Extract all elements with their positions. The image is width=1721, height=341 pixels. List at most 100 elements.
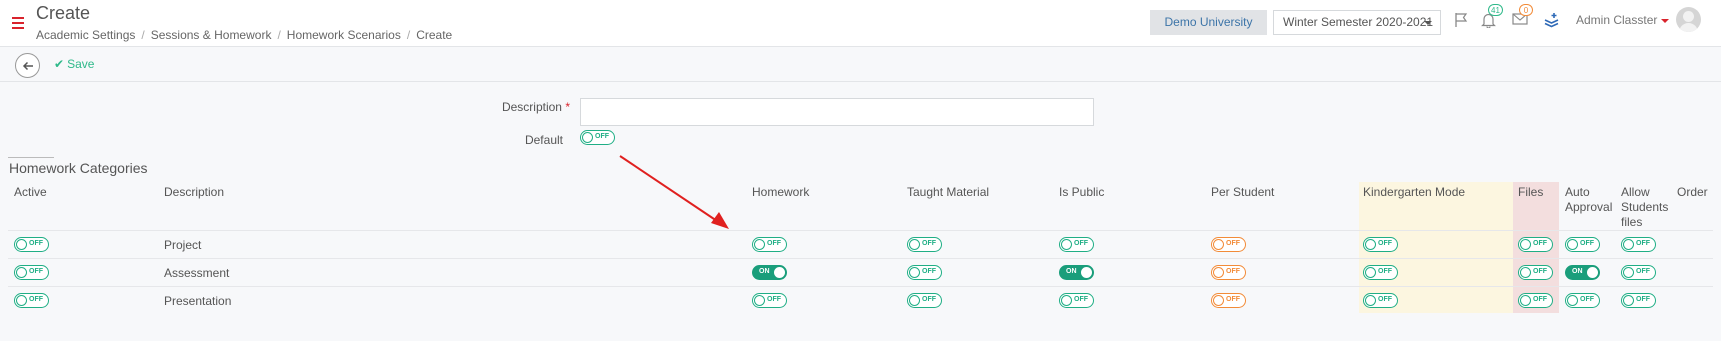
table-row: OFF Presentation OFF OFF OFF OFF OFF OFF…: [8, 286, 1713, 314]
toggle-knob: [1567, 295, 1578, 306]
kindergarten-mode-toggle[interactable]: OFF: [1363, 265, 1398, 280]
files-toggle[interactable]: OFF: [1518, 237, 1553, 252]
kindergarten-mode-toggle[interactable]: OFF: [1363, 293, 1398, 308]
toggle-knob: [909, 295, 920, 306]
column-header-files: Files: [1518, 185, 1544, 199]
toggle-knob: [1365, 295, 1376, 306]
toggle-state: OFF: [1636, 296, 1650, 303]
toggle-state: ON: [1066, 268, 1077, 275]
toggle-state: ON: [1572, 268, 1583, 275]
toggle-state: OFF: [1533, 240, 1547, 247]
column-header-description: Description: [164, 185, 225, 199]
toggle-knob: [1213, 295, 1224, 306]
per-student-toggle[interactable]: OFF: [1211, 265, 1246, 280]
active-toggle[interactable]: OFF: [14, 265, 49, 280]
column-header-auto-approval: Auto Approval: [1565, 185, 1613, 214]
toggle-knob: [754, 239, 765, 250]
toggle-state: OFF: [1378, 240, 1392, 247]
toggle-state: OFF: [1074, 296, 1088, 303]
toggle-state: OFF: [29, 296, 43, 303]
toggle-knob: [1081, 267, 1092, 278]
toggle-knob: [1061, 295, 1072, 306]
files-toggle[interactable]: OFF: [1518, 265, 1553, 280]
taught-material-toggle[interactable]: OFF: [907, 237, 942, 252]
toggle-state: OFF: [1636, 268, 1650, 275]
homework-toggle[interactable]: OFF: [752, 237, 787, 252]
allow-students-files-toggle[interactable]: OFF: [1621, 265, 1656, 280]
column-header-active: Active: [14, 185, 47, 199]
is-public-toggle[interactable]: OFF: [1059, 293, 1094, 308]
toggle-knob: [16, 267, 27, 278]
row-description: Project: [164, 238, 202, 252]
column-header-taught-material: Taught Material: [907, 185, 990, 199]
toggle-knob: [1213, 267, 1224, 278]
auto-approval-toggle[interactable]: OFF: [1565, 237, 1600, 252]
toggle-state: OFF: [1533, 268, 1547, 275]
homework-toggle[interactable]: OFF: [752, 293, 787, 308]
taught-material-toggle[interactable]: OFF: [907, 293, 942, 308]
active-toggle[interactable]: OFF: [14, 237, 49, 252]
toggle-state: OFF: [1226, 296, 1240, 303]
column-header-allow-students-files: Allow Students files: [1621, 185, 1669, 229]
toggle-state: OFF: [1580, 240, 1594, 247]
toggle-knob: [909, 239, 920, 250]
toggle-state: OFF: [767, 296, 781, 303]
toggle-state: OFF: [1074, 240, 1088, 247]
toggle-state: OFF: [29, 268, 43, 275]
toggle-state: OFF: [922, 296, 936, 303]
column-header-per-student: Per Student: [1211, 185, 1275, 199]
auto-approval-toggle[interactable]: OFF: [1565, 293, 1600, 308]
row-description: Assessment: [164, 266, 230, 280]
toggle-knob: [1623, 267, 1634, 278]
toggle-knob: [1520, 267, 1531, 278]
allow-students-files-toggle[interactable]: OFF: [1621, 293, 1656, 308]
per-student-toggle[interactable]: OFF: [1211, 237, 1246, 252]
toggle-state: OFF: [29, 240, 43, 247]
toggle-knob: [1365, 239, 1376, 250]
toggle-knob: [16, 239, 27, 250]
toggle-state: OFF: [1378, 268, 1392, 275]
toggle-state: OFF: [1580, 296, 1594, 303]
toggle-knob: [1587, 267, 1598, 278]
taught-material-toggle[interactable]: OFF: [907, 265, 942, 280]
column-header-is-public: Is Public: [1059, 185, 1105, 199]
toggle-knob: [774, 267, 785, 278]
toggle-state: OFF: [1226, 268, 1240, 275]
section-title: Homework Categories: [9, 160, 148, 176]
is-public-toggle[interactable]: OFF: [1059, 237, 1094, 252]
column-header-homework: Homework: [752, 185, 810, 199]
toggle-knob: [1567, 239, 1578, 250]
column-header-kindergarten-mode: Kindergarten Mode: [1363, 185, 1466, 199]
toggle-state: OFF: [1636, 240, 1650, 247]
toggle-state: OFF: [1533, 296, 1547, 303]
toggle-knob: [1623, 239, 1634, 250]
allow-students-files-toggle[interactable]: OFF: [1621, 237, 1656, 252]
section-divider: [8, 157, 54, 158]
column-header-order: Order: [1677, 185, 1708, 199]
toggle-state: OFF: [1378, 296, 1392, 303]
toggle-knob: [1520, 295, 1531, 306]
row-description: Presentation: [164, 294, 232, 308]
table-row: OFF Project OFF OFF OFF OFF OFF OFF OFF …: [8, 230, 1713, 258]
kindergarten-mode-toggle[interactable]: OFF: [1363, 237, 1398, 252]
toggle-state: OFF: [922, 268, 936, 275]
toggle-state: OFF: [922, 240, 936, 247]
toggle-knob: [1061, 239, 1072, 250]
homework-toggle[interactable]: ON: [752, 265, 787, 280]
is-public-toggle[interactable]: ON: [1059, 265, 1094, 280]
toggle-state: OFF: [767, 240, 781, 247]
toggle-knob: [909, 267, 920, 278]
toggle-state: ON: [759, 268, 770, 275]
toggle-knob: [16, 295, 27, 306]
toggle-state: OFF: [1226, 240, 1240, 247]
table-row: OFF Assessment ON OFF ON OFF OFF OFF ON …: [8, 258, 1713, 286]
active-toggle[interactable]: OFF: [14, 293, 49, 308]
toggle-knob: [1213, 239, 1224, 250]
auto-approval-toggle[interactable]: ON: [1565, 265, 1600, 280]
toggle-knob: [1623, 295, 1634, 306]
toggle-knob: [754, 295, 765, 306]
toggle-knob: [1520, 239, 1531, 250]
files-toggle[interactable]: OFF: [1518, 293, 1553, 308]
toggle-knob: [1365, 267, 1376, 278]
per-student-toggle[interactable]: OFF: [1211, 293, 1246, 308]
